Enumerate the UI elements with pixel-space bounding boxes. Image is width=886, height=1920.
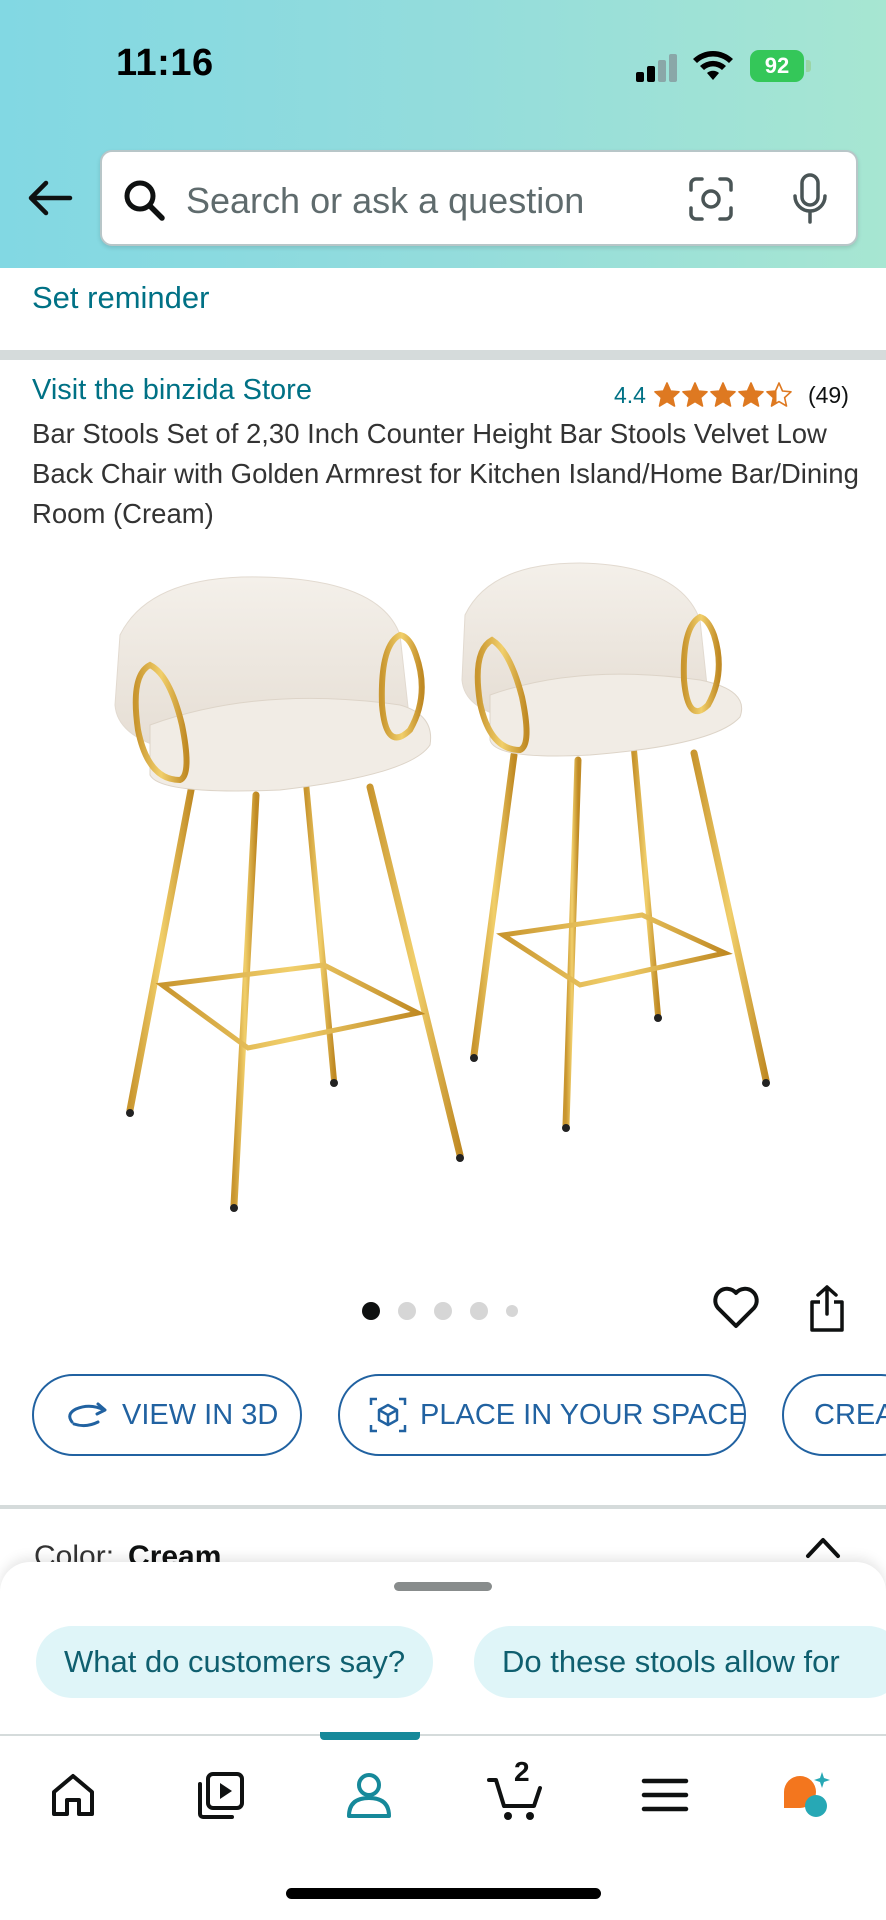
menu-icon[interactable]	[636, 1766, 694, 1824]
sheet-drag-handle[interactable]	[394, 1582, 492, 1591]
search-bar[interactable]: Search or ask a question	[100, 150, 858, 246]
stool-left	[114, 576, 464, 1212]
suggestion-chip[interactable]: What do customers say?	[36, 1626, 434, 1698]
search-input[interactable]: Search or ask a question	[186, 180, 584, 222]
home-icon[interactable]	[44, 1766, 102, 1824]
product-title: Bar Stools Set of 2,30 Inch Counter Heig…	[32, 418, 859, 529]
heart-icon[interactable]	[712, 1285, 760, 1329]
app-header: 11:16 92 Search or ask a question	[0, 0, 886, 268]
star-rating	[654, 382, 794, 408]
create-button[interactable]: CREAT	[782, 1374, 886, 1456]
pagination-dot[interactable]	[362, 1302, 380, 1320]
wifi-icon	[693, 51, 733, 80]
place-in-your-space-button[interactable]: PLACE IN YOUR SPACE	[338, 1374, 746, 1456]
create-label: CREAT	[814, 1398, 886, 1431]
star-icon	[738, 382, 764, 407]
section-divider	[0, 1505, 886, 1509]
product-image[interactable]	[110, 555, 780, 1215]
search-icon	[124, 180, 165, 221]
pagination-dot[interactable]	[506, 1305, 518, 1317]
section-divider	[0, 350, 886, 360]
pagination-dot[interactable]	[434, 1302, 452, 1320]
star-icon	[710, 382, 736, 407]
rating-count[interactable]: (49)	[808, 382, 849, 409]
store-link[interactable]: Visit the binzida Store	[32, 374, 312, 407]
pagination-dot[interactable]	[398, 1302, 416, 1320]
place-in-your-space-label: PLACE IN YOUR SPACE	[420, 1398, 746, 1431]
rufus-icon[interactable]	[778, 1766, 836, 1824]
pagination-dot[interactable]	[470, 1302, 488, 1320]
status-time: 11:16	[116, 42, 214, 84]
account-icon[interactable]	[340, 1766, 398, 1824]
suggestions-sheet: What do customers say? Do these stools a…	[0, 1562, 886, 1734]
star-icon	[654, 382, 680, 407]
battery-icon: 92	[750, 50, 812, 82]
share-icon[interactable]	[806, 1284, 848, 1334]
view-in-3d-button[interactable]: VIEW IN 3D	[32, 1374, 302, 1456]
cart-count: 2	[514, 1756, 530, 1787]
active-tab-indicator	[320, 1732, 420, 1740]
rating-summary[interactable]: 4.4 (49)	[614, 378, 849, 412]
rating-value: 4.4	[614, 381, 646, 408]
stool-right	[461, 562, 770, 1132]
video-icon[interactable]	[192, 1766, 250, 1824]
suggestion-chip[interactable]: Do these stools allow for	[474, 1626, 886, 1698]
view-in-3d-label: VIEW IN 3D	[122, 1398, 279, 1431]
ar-cube-icon	[369, 1397, 407, 1433]
camera-search-icon[interactable]	[688, 176, 734, 222]
rotate-3d-icon	[68, 1402, 107, 1428]
chevron-up-icon[interactable]	[804, 1534, 842, 1560]
star-icon	[682, 382, 708, 407]
star-icon	[766, 382, 792, 407]
cellular-signal-icon	[636, 52, 680, 82]
image-pagination[interactable]	[362, 1302, 536, 1320]
set-reminder-link[interactable]: Set reminder	[32, 280, 209, 316]
microphone-icon[interactable]	[790, 172, 830, 226]
back-arrow-icon[interactable]	[26, 178, 74, 218]
battery-level: 92	[750, 50, 804, 82]
home-indicator	[286, 1888, 601, 1899]
